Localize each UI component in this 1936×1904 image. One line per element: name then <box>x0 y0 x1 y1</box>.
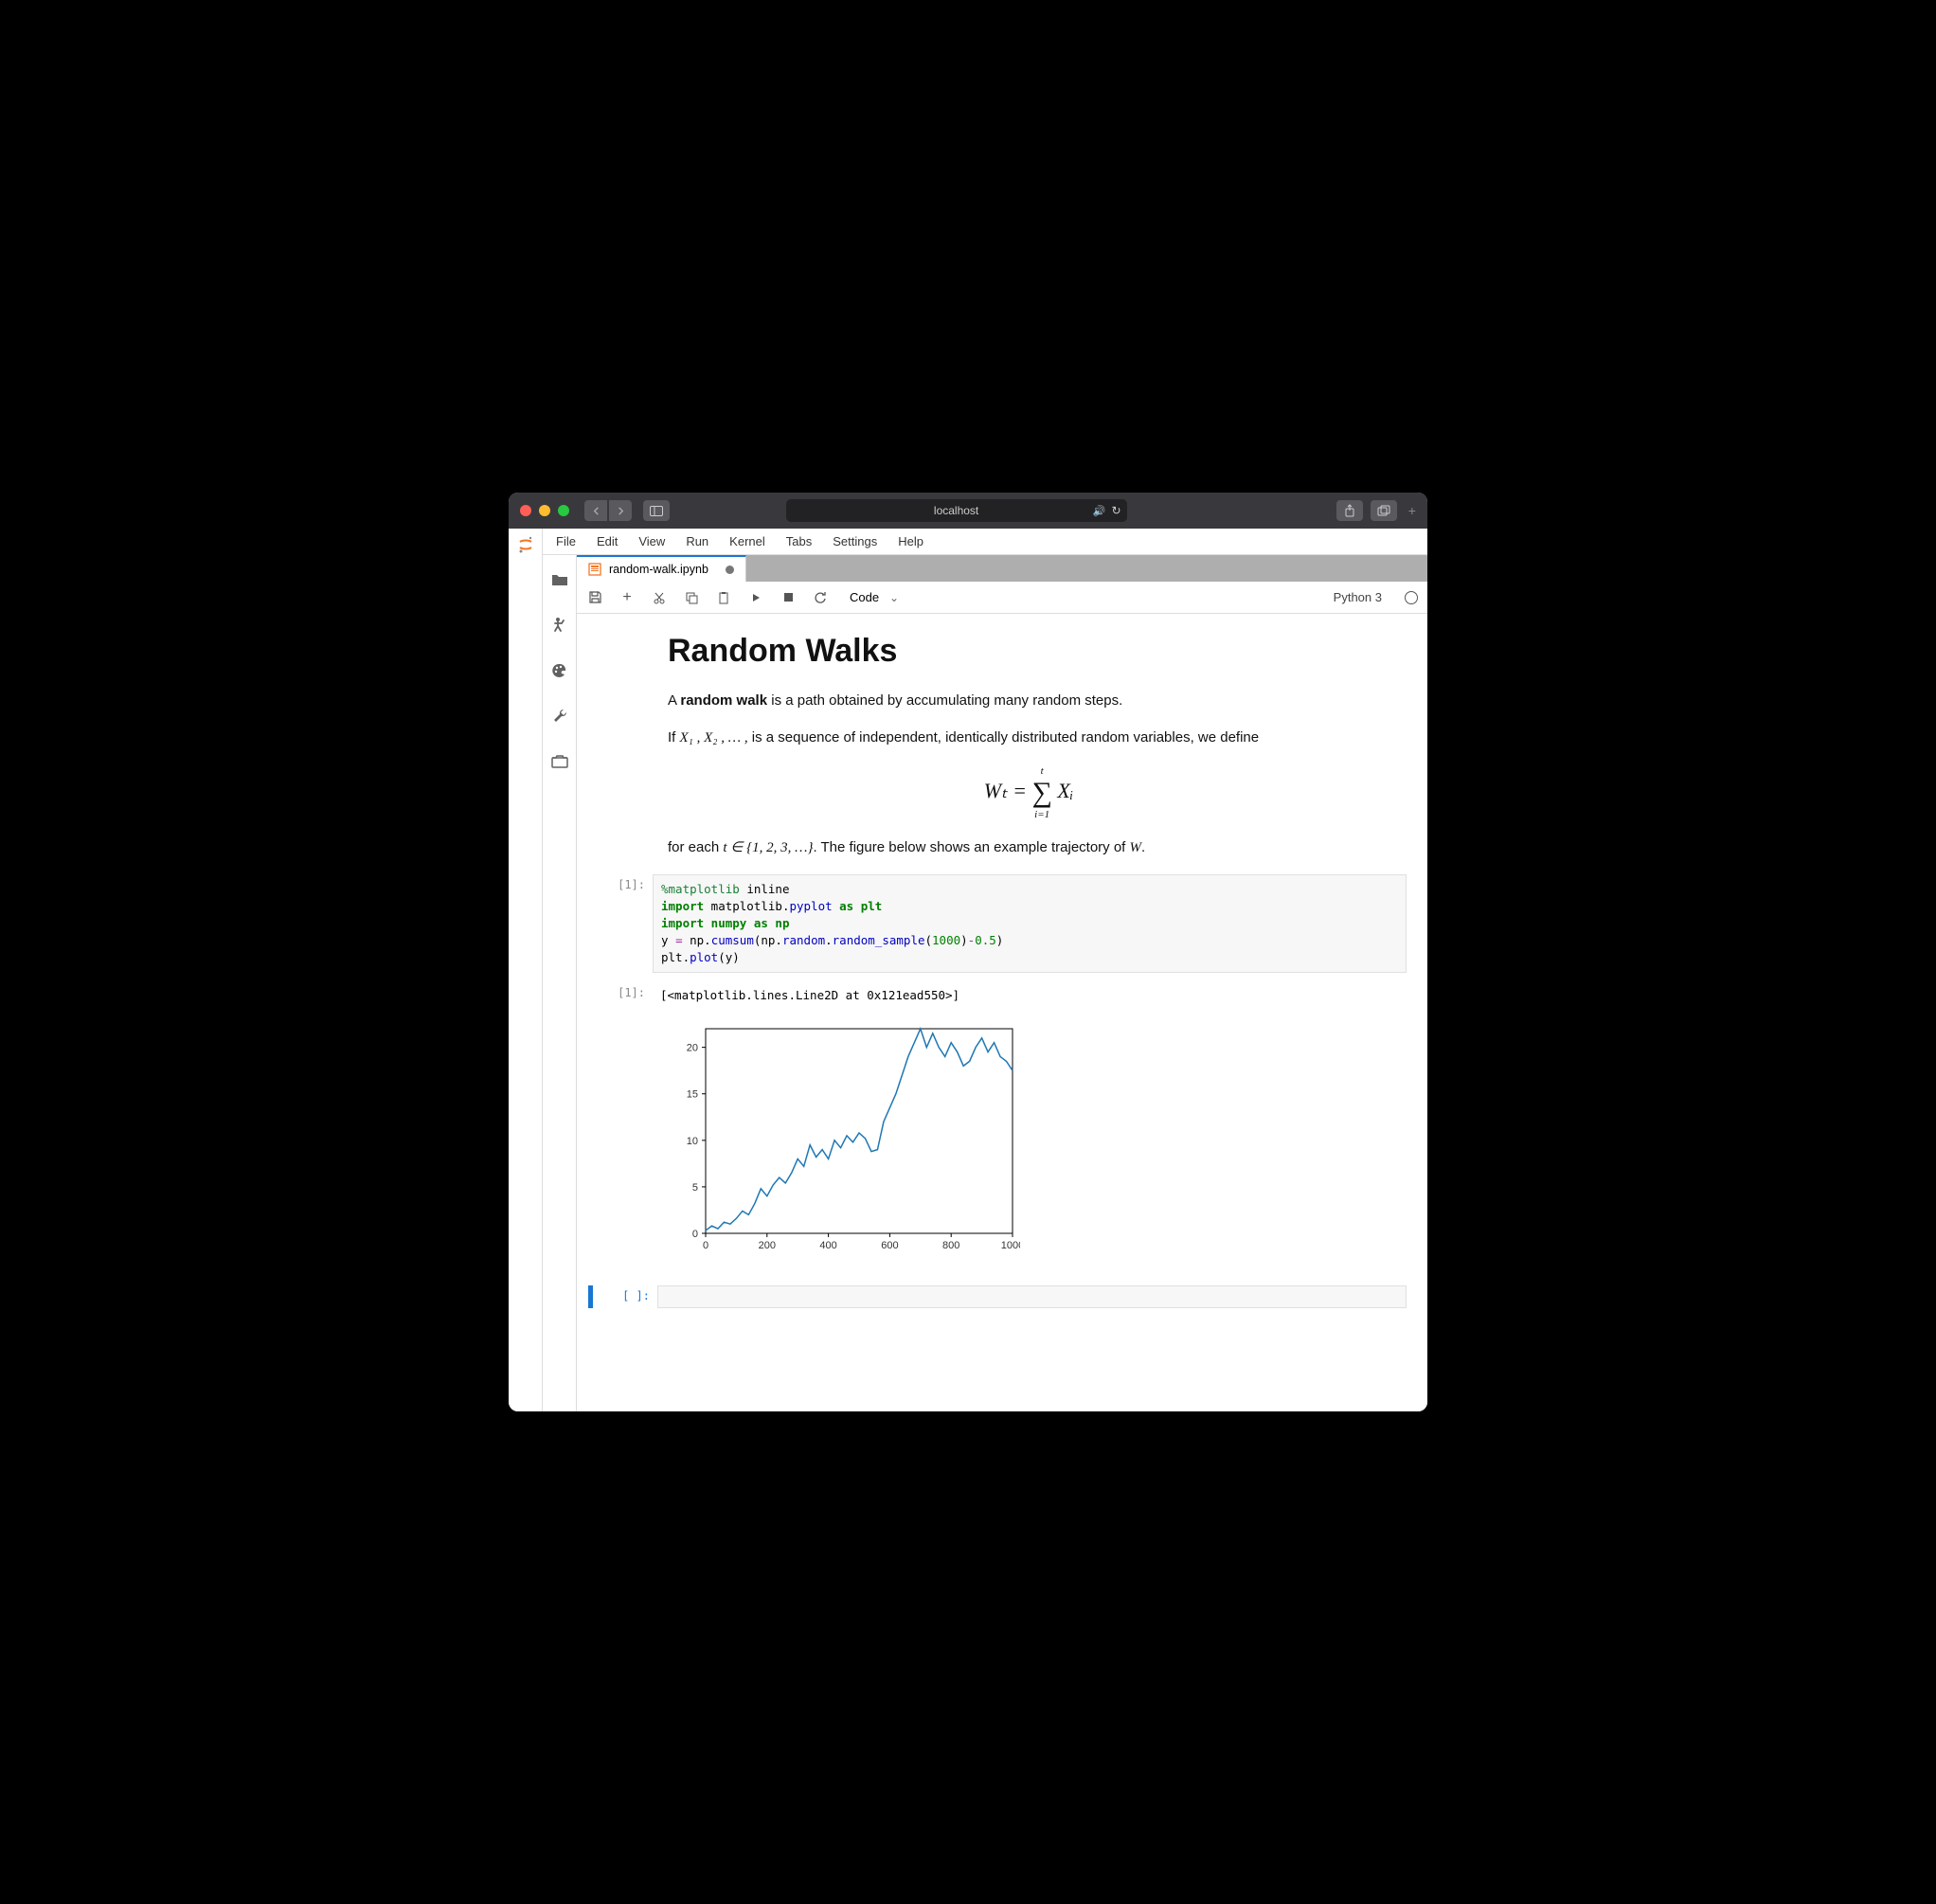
svg-text:800: 800 <box>942 1240 959 1251</box>
url-text: localhost <box>934 504 978 517</box>
restart-button[interactable] <box>812 589 829 606</box>
notebook-content[interactable]: Random Walks A random walk is a path obt… <box>577 614 1427 1411</box>
empty-prompt: [ ]: <box>595 1285 657 1308</box>
md-paragraph-1: A random walk is a path obtained by accu… <box>668 691 1389 712</box>
code-cell-1[interactable]: [1]: %matplotlib inline import matplotli… <box>598 874 1407 974</box>
unsaved-dot-icon <box>726 566 734 574</box>
in-prompt: [1]: <box>598 874 653 974</box>
svg-text:15: 15 <box>687 1089 698 1101</box>
celltype-select[interactable]: Code <box>850 590 899 604</box>
forward-button[interactable] <box>609 500 632 521</box>
main-panel: random-walk.ipynb + <box>577 555 1427 1411</box>
code-cell-empty[interactable]: [ ]: <box>588 1285 1407 1308</box>
activity-bar <box>543 555 577 1411</box>
close-window-button[interactable] <box>520 505 531 516</box>
kernel-status-icon[interactable] <box>1405 591 1418 604</box>
menu-view[interactable]: View <box>638 534 665 548</box>
menubar: File Edit View Run Kernel Tabs Settings … <box>543 529 1427 555</box>
svg-text:200: 200 <box>759 1240 776 1251</box>
notebook-tab[interactable]: random-walk.ipynb <box>577 555 746 582</box>
svg-text:400: 400 <box>819 1240 836 1251</box>
palette-icon[interactable] <box>550 661 569 680</box>
notebook-icon <box>588 563 601 576</box>
svg-text:0: 0 <box>692 1229 698 1240</box>
menu-tabs[interactable]: Tabs <box>786 534 812 548</box>
launcher-column <box>509 529 543 1411</box>
folder-icon[interactable] <box>550 570 569 589</box>
copy-button[interactable] <box>683 589 700 606</box>
random-walk-plot: 0 200 400 600 800 1000 0 5 10 15 20 <box>670 1021 1020 1260</box>
menu-kernel[interactable]: Kernel <box>729 534 765 548</box>
stop-button[interactable] <box>780 589 797 606</box>
active-cell-indicator <box>588 1285 593 1308</box>
empty-code-input[interactable] <box>657 1285 1407 1308</box>
kernel-name[interactable]: Python 3 <box>1334 590 1382 604</box>
menu-help[interactable]: Help <box>898 534 923 548</box>
output-plot: 0 200 400 600 800 1000 0 5 10 15 20 <box>653 1017 1407 1268</box>
output-text-row: [1]: [<matplotlib.lines.Line2D at 0x121e… <box>598 982 1407 1008</box>
tabs-button[interactable] <box>1371 500 1397 521</box>
nav-arrows <box>584 500 632 521</box>
page-title: Random Walks <box>668 633 1389 670</box>
md-paragraph-3: for each t ∈ {1, 2, 3, …}. The figure be… <box>668 837 1389 859</box>
wrench-icon[interactable] <box>550 707 569 726</box>
browser-window: localhost 🔊 ↻ + <box>509 493 1427 1411</box>
svg-text:20: 20 <box>687 1043 698 1054</box>
output-plot-row: 0 200 400 600 800 1000 0 5 10 15 20 <box>598 1017 1407 1268</box>
cut-button[interactable] <box>651 589 668 606</box>
md-paragraph-2: If X₁ , X₂ , … , is a sequence of indepe… <box>668 727 1389 749</box>
sidebar-toggle-button[interactable] <box>643 500 670 521</box>
back-button[interactable] <box>584 500 607 521</box>
paste-button[interactable] <box>715 589 732 606</box>
svg-text:5: 5 <box>692 1182 698 1194</box>
markdown-cell[interactable]: Random Walks A random walk is a path obt… <box>668 633 1389 859</box>
menu-file[interactable]: File <box>556 534 576 548</box>
titlebar: localhost 🔊 ↻ + <box>509 493 1427 529</box>
tabstrip: random-walk.ipynb <box>577 555 1427 582</box>
add-cell-button[interactable]: + <box>618 589 636 606</box>
formula: Wₜ = t∑i=1 Xᵢ <box>668 765 1389 820</box>
minimize-window-button[interactable] <box>539 505 550 516</box>
new-tab-button[interactable]: + <box>1408 503 1416 518</box>
svg-text:10: 10 <box>687 1136 698 1147</box>
svg-text:600: 600 <box>881 1240 898 1251</box>
jupyter-logo-icon[interactable] <box>515 534 536 555</box>
reload-icon[interactable]: ↻ <box>1112 504 1121 517</box>
menu-edit[interactable]: Edit <box>597 534 618 548</box>
save-button[interactable] <box>586 589 603 606</box>
run-button[interactable] <box>747 589 764 606</box>
audio-icon[interactable]: 🔊 <box>1093 505 1106 517</box>
tab-filename: random-walk.ipynb <box>609 563 708 576</box>
traffic-lights <box>520 505 569 516</box>
url-bar[interactable]: localhost 🔊 ↻ <box>786 499 1127 522</box>
running-icon[interactable] <box>550 616 569 635</box>
output-text: [<matplotlib.lines.Line2D at 0x121ead550… <box>653 982 1407 1008</box>
tabs-icon[interactable] <box>550 752 569 771</box>
menu-run[interactable]: Run <box>686 534 708 548</box>
share-button[interactable] <box>1336 500 1363 521</box>
code-input[interactable]: %matplotlib inline import matplotlib.pyp… <box>653 874 1407 974</box>
notebook-toolbar: + <box>577 582 1427 614</box>
menu-settings[interactable]: Settings <box>833 534 877 548</box>
out-prompt: [1]: <box>598 982 653 1008</box>
svg-text:1000: 1000 <box>1001 1240 1020 1251</box>
maximize-window-button[interactable] <box>558 505 569 516</box>
svg-text:0: 0 <box>703 1240 708 1251</box>
